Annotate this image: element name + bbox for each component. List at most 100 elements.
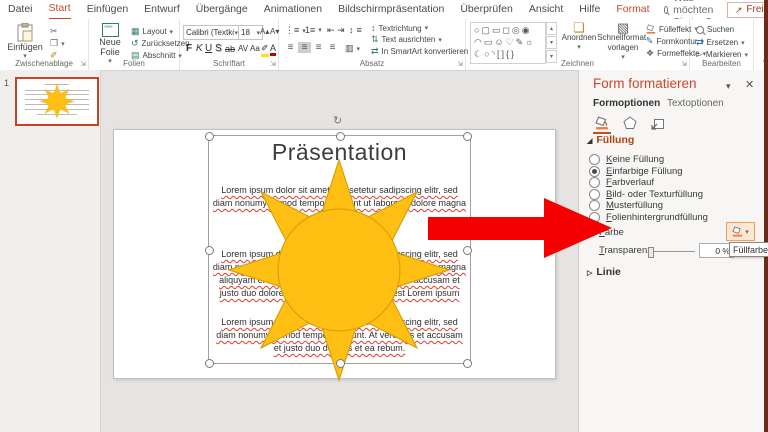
font-dialog-launcher-icon[interactable]: ⇲ <box>270 60 276 68</box>
numbering-button[interactable]: 1≡ ▾ <box>305 25 322 35</box>
gallery-up-icon[interactable]: ▴ <box>546 22 557 35</box>
group-label-paragraph: Absatz <box>359 59 385 68</box>
grow-font-button[interactable]: A▴ <box>260 27 269 36</box>
smartart-icon: ⇄ <box>371 46 379 56</box>
clipboard-dialog-launcher-icon[interactable]: ⇲ <box>80 60 86 68</box>
handle-bottom-left[interactable] <box>205 359 214 368</box>
slide-number: 1 <box>4 78 10 88</box>
tab-einfuegen[interactable]: Einfügen <box>87 0 128 19</box>
handle-bottom-center[interactable] <box>336 359 345 368</box>
expand-triangle-icon: ▷ <box>587 270 593 277</box>
shapes-gallery[interactable]: ○▢▭◻◎◉ ◠▭☺♡✎☼ ☾○◝[]{} <box>470 22 546 64</box>
tab-format[interactable]: Format <box>616 0 649 19</box>
clipboard-icon <box>17 23 33 42</box>
fill-color-tooltip: Füllfarbe <box>729 242 768 257</box>
fill-section-header[interactable]: ◢ Füllung <box>587 134 634 146</box>
layout-icon: ▦ <box>131 26 140 36</box>
search-icon <box>663 5 669 14</box>
tab-uebergaenge[interactable]: Übergänge <box>196 0 248 19</box>
line-section-header[interactable]: ▷ Linie <box>587 266 621 278</box>
bullets-button[interactable]: ⋮≡ ▾ <box>285 25 306 36</box>
align-left-button[interactable]: ≡ <box>284 42 297 53</box>
align-text-icon: ⇅ <box>371 34 379 44</box>
group-label-editing: Bearbeiten <box>702 59 741 68</box>
fill-color-button[interactable]: ▾ <box>726 222 755 241</box>
size-properties-icon[interactable] <box>649 114 667 132</box>
layout-button[interactable]: ▦ Layout ▾ <box>131 26 173 37</box>
radio-gradient-fill[interactable]: Farbverlauf <box>589 177 654 188</box>
group-label-clipboard: Zwischenablage <box>15 59 73 68</box>
tab-shape-options[interactable]: Formoptionen <box>593 98 660 109</box>
handle-mid-left[interactable] <box>205 246 214 255</box>
arrange-icon: ❏ <box>573 20 585 35</box>
character-spacing-button[interactable]: AV <box>238 44 248 53</box>
handle-top-right[interactable] <box>463 132 472 141</box>
fill-line-icon[interactable] <box>593 114 611 134</box>
slide-thumbnail-1[interactable] <box>15 77 99 126</box>
paste-button[interactable]: Einfügen ▾ <box>6 23 44 62</box>
text-direction-icon: ↕ <box>371 23 376 33</box>
find-button[interactable]: Suchen <box>696 25 734 34</box>
group-slides: Neue Folie ▾ ▦ Layout ▾ ↺ Zurücksetzen ▤ Abs… <box>89 19 190 70</box>
radio-no-fill[interactable]: Keine Füllung <box>589 154 664 165</box>
arrange-button[interactable]: ❏ Anordnen ▾ <box>558 20 600 53</box>
tab-datei[interactable]: Datei <box>8 0 33 19</box>
columns-button[interactable]: ▥ ▾ <box>345 43 360 54</box>
tab-bildschirmpraesentation[interactable]: Bildschirmpräsentation <box>338 0 444 19</box>
quick-styles-button[interactable]: ▧ Schnellformat-vorlagen ▾ <box>597 21 649 63</box>
sun-shape[interactable] <box>224 153 454 383</box>
tab-ansicht[interactable]: Ansicht <box>529 0 563 19</box>
tab-entwurf[interactable]: Entwurf <box>144 0 180 19</box>
align-right-button[interactable]: ≡ <box>312 42 325 53</box>
gallery-down-icon[interactable]: ▾ <box>546 36 557 49</box>
strikethrough-button[interactable]: ab <box>225 44 235 54</box>
scissors-icon: ✂ <box>50 26 58 36</box>
bold-button[interactable]: F <box>186 43 192 54</box>
tab-start[interactable]: Start <box>48 0 71 20</box>
collapse-triangle-icon: ◢ <box>587 138 593 145</box>
new-slide-icon <box>101 23 119 37</box>
align-center-button[interactable]: ≡ <box>298 42 311 53</box>
ribbon-tab-bar: Datei Start Einfügen Entwurf Übergänge A… <box>0 0 768 28</box>
justify-button[interactable]: ≡ <box>326 42 339 53</box>
font-color-button[interactable]: A <box>270 43 277 56</box>
cut-button[interactable]: ✂ <box>50 26 58 37</box>
decrease-indent-button[interactable]: ⇤ <box>327 25 335 36</box>
rotation-handle[interactable]: ↻ <box>333 114 342 127</box>
text-shadow-button[interactable]: S <box>215 43 222 54</box>
share-icon: ↗ <box>734 4 743 15</box>
reset-icon: ↺ <box>131 38 139 48</box>
replace-button[interactable]: ⇄ Ersetzen ▾ <box>696 37 745 48</box>
group-label-slides: Folien <box>123 59 145 68</box>
highlight-color-button[interactable]: ✐ <box>261 43 269 57</box>
share-button[interactable]: ↗ Freigeben <box>726 1 768 18</box>
drawing-dialog-launcher-icon[interactable]: ⇲ <box>681 60 687 68</box>
font-name-select[interactable]: Calibri (Textkörper)▾ <box>183 25 241 40</box>
change-case-button[interactable]: Aa <box>250 44 260 53</box>
group-label-font: Schriftart <box>212 59 245 68</box>
shrink-font-button[interactable]: A▾ <box>270 27 279 36</box>
copy-button[interactable]: ❐ ▾ <box>50 38 65 49</box>
convert-smartart-button[interactable]: ⇄In SmartArt konvertieren▾ <box>371 46 475 57</box>
tab-ueberpruefen[interactable]: Überprüfen <box>460 0 513 19</box>
italic-button[interactable]: K <box>196 43 203 54</box>
handle-top-center[interactable] <box>336 132 345 141</box>
line-spacing-button[interactable]: ↕ ≡ <box>349 25 362 35</box>
handle-bottom-right[interactable] <box>463 359 472 368</box>
transparency-slider-track[interactable] <box>649 251 695 252</box>
align-text-button[interactable]: ⇅ Text ausrichten ▾ <box>371 34 442 45</box>
effects-icon: ❖ <box>646 48 655 58</box>
pane-options-caret-icon[interactable]: ▾ <box>726 81 731 92</box>
text-direction-button[interactable]: ↕ Textrichtung ▾ <box>371 23 428 33</box>
underline-button[interactable]: U <box>205 43 212 54</box>
transparency-slider-handle[interactable] <box>648 247 654 258</box>
handle-top-left[interactable] <box>205 132 214 141</box>
pane-close-icon[interactable]: ✕ <box>745 78 754 91</box>
effects-pentagon-icon[interactable] <box>621 114 639 132</box>
increase-indent-button[interactable]: ⇥ <box>337 25 345 36</box>
radio-solid-fill[interactable]: Einfarbige Füllung <box>589 166 683 177</box>
paragraph-dialog-launcher-icon[interactable]: ⇲ <box>457 60 463 68</box>
tab-text-options[interactable]: Textoptionen <box>667 98 724 109</box>
tab-hilfe[interactable]: Hilfe <box>579 0 600 19</box>
tab-animationen[interactable]: Animationen <box>264 0 322 19</box>
